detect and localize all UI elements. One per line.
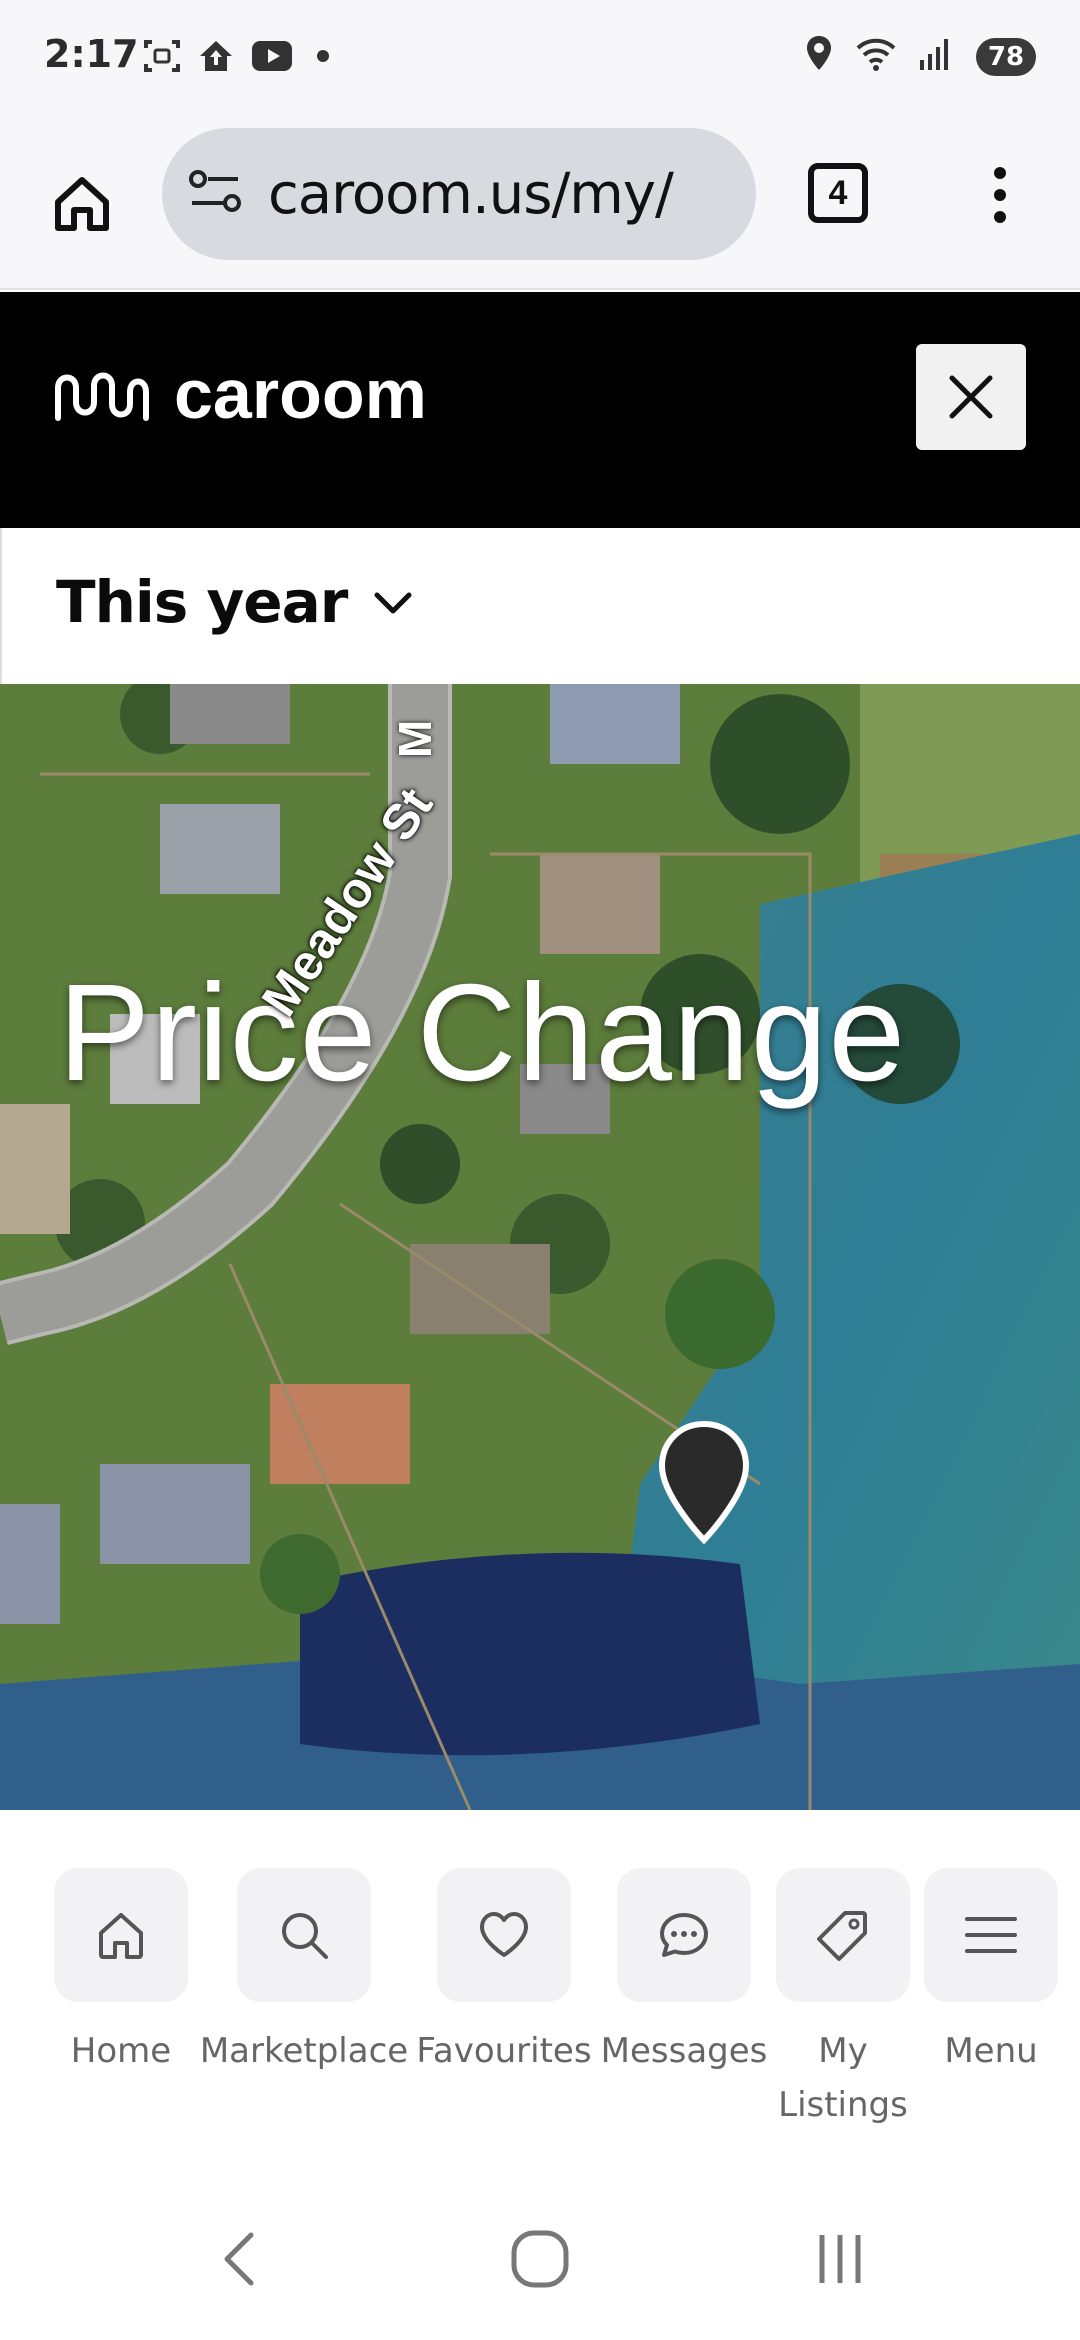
site-header: caroom (0, 292, 1080, 528)
tab-switcher-button[interactable]: 4 (808, 163, 868, 223)
heart-icon (480, 1912, 528, 1957)
filter-row: This year (0, 528, 1080, 684)
period-dropdown[interactable]: This year (56, 568, 415, 636)
status-bar: 2:17 78 (0, 0, 1080, 112)
nav-favourites-icon-box[interactable] (437, 1868, 571, 2002)
recents-icon (819, 2235, 861, 2283)
site-settings-icon[interactable] (188, 167, 244, 222)
street-label-m: M (389, 719, 442, 759)
period-label: This year (56, 568, 348, 636)
status-icons-right: 78 (804, 34, 1036, 79)
more-options-button[interactable] (970, 160, 1030, 230)
bottom-navigation: Home Marketplace Favourites Messages My … (0, 1810, 1080, 2125)
nav-label-home: Home (70, 2031, 172, 2071)
browser-home-button[interactable] (42, 164, 122, 244)
nav-label-marketplace: Marketplace (199, 2031, 409, 2071)
logo-text: caroom (174, 355, 427, 433)
kebab-menu-icon (994, 167, 1006, 223)
nav-label-menu: Menu (944, 2031, 1038, 2071)
system-recents-button[interactable] (800, 2224, 880, 2294)
caroom-logo[interactable]: caroom (52, 354, 427, 434)
search-icon (282, 1913, 328, 1959)
status-time: 2:17 (44, 32, 139, 76)
screenshot-icon (142, 36, 182, 81)
chevron-down-icon (374, 592, 412, 614)
wifi-icon (856, 36, 896, 77)
nav-label-favourites: Favourites (416, 2031, 592, 2071)
nav-label-my-listings: My Listings (778, 2031, 908, 2125)
nav-label-messages: Messages (600, 2031, 768, 2071)
nav-messages[interactable]: Messages (601, 1868, 767, 2078)
nav-home-icon-box[interactable] (54, 1868, 188, 2002)
nav-my-listings[interactable]: My Listings (763, 1868, 923, 2132)
close-icon (949, 375, 993, 419)
signal-icon (918, 36, 954, 77)
caroom-logo-icon (55, 372, 149, 421)
youtube-icon (250, 39, 294, 78)
system-back-button[interactable] (200, 2224, 280, 2294)
address-bar[interactable]: caroom.us/my/ (162, 128, 756, 260)
home-upload-icon (196, 36, 236, 81)
nav-marketplace[interactable]: Marketplace (200, 1868, 408, 2078)
home-icon (55, 177, 109, 231)
system-home-button[interactable] (500, 2224, 580, 2294)
status-icons-left (142, 36, 338, 81)
map-imagery (0, 684, 1080, 1810)
price-change-title: Price Change (58, 956, 907, 1110)
browser-toolbar: caroom.us/my/ 4 (0, 112, 1080, 290)
dot-icon (308, 46, 338, 71)
battery-icon: 78 (976, 37, 1036, 76)
chat-icon (660, 1913, 708, 1957)
close-button[interactable] (916, 344, 1026, 450)
map-pin-icon[interactable] (656, 1420, 752, 1546)
tag-icon (817, 1911, 867, 1961)
system-navigation-bar (0, 2180, 1080, 2340)
nav-messages-icon-box[interactable] (617, 1868, 751, 2002)
nav-marketplace-icon-box[interactable] (237, 1868, 371, 2002)
satellite-map[interactable]: M Price Change Meadow St (0, 684, 1080, 1810)
location-icon (804, 34, 834, 79)
nav-home[interactable]: Home (54, 1868, 188, 2078)
nav-my-listings-icon-box[interactable] (776, 1868, 910, 2002)
nav-menu[interactable]: Menu (924, 1868, 1058, 2078)
menu-icon (965, 1917, 1017, 1953)
url-text[interactable]: caroom.us/my/ (268, 162, 674, 227)
home-icon (99, 1913, 143, 1959)
nav-favourites[interactable]: Favourites (414, 1868, 594, 2078)
nav-menu-icon-box[interactable] (924, 1868, 1058, 2002)
back-icon (224, 2232, 254, 2286)
home-circle-icon (511, 2230, 569, 2288)
